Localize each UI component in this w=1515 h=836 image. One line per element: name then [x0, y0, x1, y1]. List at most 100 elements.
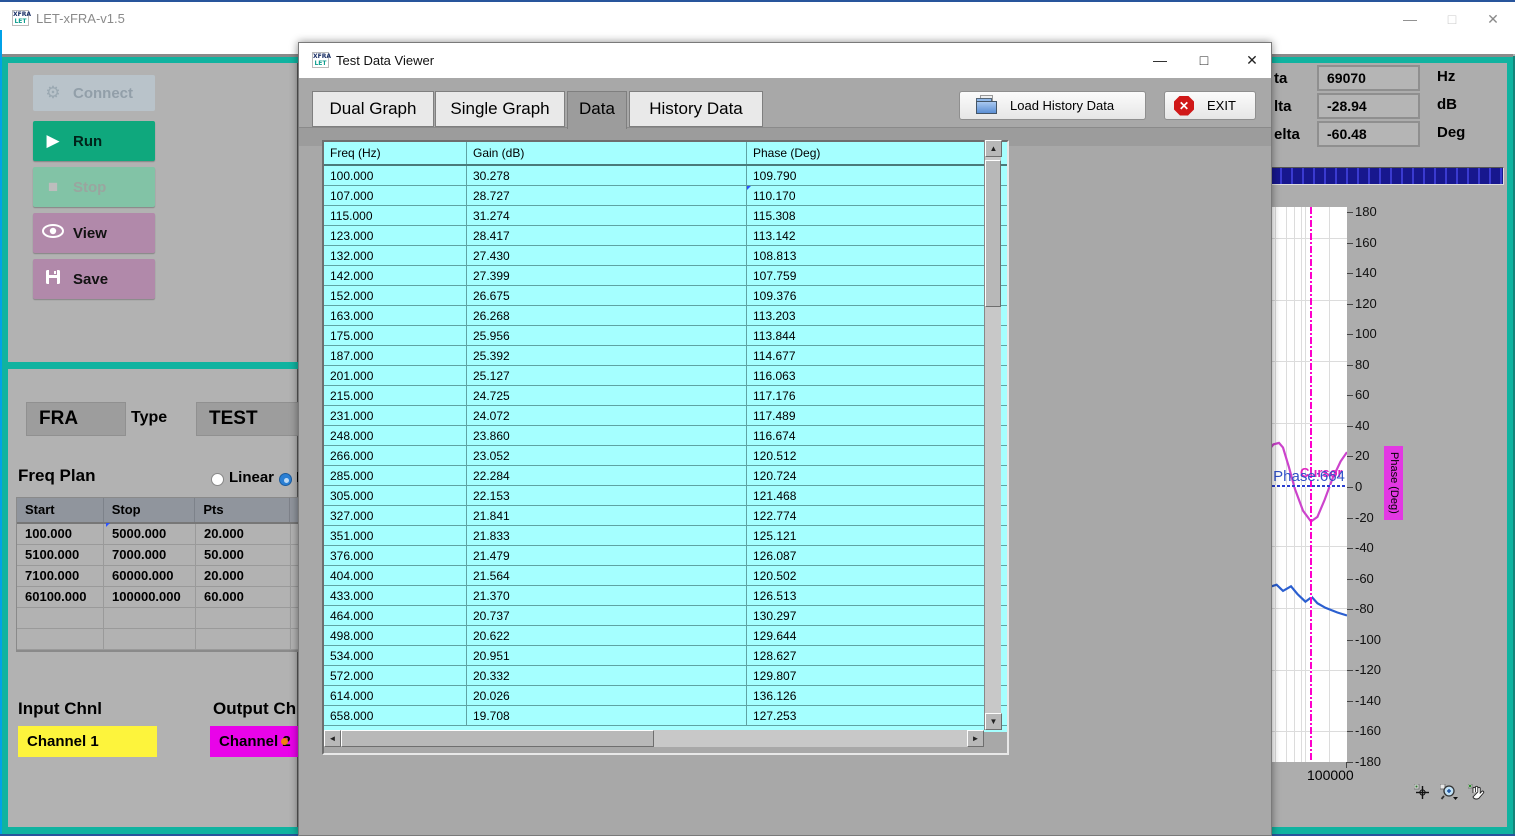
table-row[interactable]: 231.00024.072117.489 — [324, 406, 1007, 426]
freq-plan-cell[interactable]: 60100.000 — [17, 587, 104, 607]
table-row[interactable]: 132.00027.430108.813 — [324, 246, 1007, 266]
table-cell[interactable]: 175.000 — [324, 326, 467, 345]
table-cell[interactable]: 142.000 — [324, 266, 467, 285]
table-row[interactable]: 351.00021.833125.121 — [324, 526, 1007, 546]
table-cell[interactable]: 31.274 — [467, 206, 747, 225]
table-cell[interactable]: 433.000 — [324, 586, 467, 605]
table-cell[interactable]: 129.644 — [747, 626, 986, 645]
table-cell[interactable]: 130.297 — [747, 606, 986, 625]
table-row[interactable]: 266.00023.052120.512 — [324, 446, 1007, 466]
table-row[interactable]: 614.00020.026136.126 — [324, 686, 1007, 706]
gain-readout[interactable]: -28.94 — [1317, 93, 1420, 119]
tab-single-graph[interactable]: Single Graph — [435, 91, 565, 127]
table-cell[interactable]: 231.000 — [324, 406, 467, 425]
freq-plan-cell[interactable]: 20.000 — [196, 524, 291, 544]
table-cell[interactable]: 30.278 — [467, 166, 747, 185]
table-row[interactable]: 658.00019.708127.253 — [324, 706, 1007, 726]
freq-plan-cell[interactable]: 100000.000 — [104, 587, 196, 607]
freq-plan-row[interactable]: 100.0005000.00020.000 — [17, 524, 299, 545]
scroll-up-button[interactable]: ▲ — [985, 140, 1002, 157]
table-cell[interactable]: 351.000 — [324, 526, 467, 545]
table-cell[interactable]: 163.000 — [324, 306, 467, 325]
table-cell[interactable]: 376.000 — [324, 546, 467, 565]
table-cell[interactable]: 20.026 — [467, 686, 747, 705]
table-cell[interactable]: 109.790 — [747, 166, 986, 185]
table-cell[interactable]: 21.564 — [467, 566, 747, 585]
table-cell[interactable]: 404.000 — [324, 566, 467, 585]
table-cell[interactable]: 120.502 — [747, 566, 986, 585]
freq-plan-cell[interactable]: 50.000 — [196, 545, 291, 565]
vertical-scroll-thumb[interactable] — [985, 160, 1001, 307]
freq-plan-cell[interactable] — [196, 629, 291, 649]
fra-type-box[interactable]: FRA — [26, 402, 126, 436]
table-row[interactable]: 152.00026.675109.376 — [324, 286, 1007, 306]
freq-plan-cell[interactable]: 100.000 — [17, 524, 104, 544]
table-cell[interactable]: 25.956 — [467, 326, 747, 345]
table-cell[interactable]: 248.000 — [324, 426, 467, 445]
table-row[interactable]: 142.00027.399107.759 — [324, 266, 1007, 286]
test-mode-box[interactable]: TEST — [196, 402, 300, 436]
dialog-title-bar[interactable]: XFRALET Test Data Viewer — □ ✕ — [299, 43, 1271, 78]
freq-plan-cell[interactable]: 5000.000 — [104, 524, 196, 544]
table-cell[interactable]: 116.063 — [747, 366, 986, 385]
table-row[interactable]: 163.00026.268113.203 — [324, 306, 1007, 326]
scroll-left-button[interactable]: ◄ — [324, 730, 341, 747]
linear-radio-label[interactable]: Linear — [229, 469, 274, 486]
phase-readout[interactable]: -60.48 — [1317, 121, 1420, 147]
dialog-close-button[interactable]: ✕ — [1237, 49, 1267, 71]
table-cell[interactable]: 128.627 — [747, 646, 986, 665]
table-cell[interactable]: 28.417 — [467, 226, 747, 245]
table-row[interactable]: 215.00024.725117.176 — [324, 386, 1007, 406]
table-cell[interactable]: 120.724 — [747, 466, 986, 485]
table-cell[interactable]: 113.844 — [747, 326, 986, 345]
dialog-minimize-button[interactable]: — — [1145, 49, 1175, 71]
table-cell[interactable]: 126.513 — [747, 586, 986, 605]
table-cell[interactable]: 21.479 — [467, 546, 747, 565]
table-cell[interactable]: 22.153 — [467, 486, 747, 505]
freq-plan-cell[interactable]: 60.000 — [196, 587, 291, 607]
freq-readout[interactable]: 69070 — [1317, 65, 1420, 91]
table-cell[interactable]: 614.000 — [324, 686, 467, 705]
close-button[interactable]: ✕ — [1478, 8, 1508, 30]
crosshair-tool-icon[interactable] — [1414, 784, 1431, 801]
bode-plot[interactable]: Cursor ,Phase:664 — [1267, 207, 1347, 762]
table-cell[interactable]: 115.000 — [324, 206, 467, 225]
table-cell[interactable]: 136.126 — [747, 686, 986, 705]
table-cell[interactable]: 127.253 — [747, 706, 986, 725]
table-cell[interactable]: 125.121 — [747, 526, 986, 545]
table-cell[interactable]: 24.072 — [467, 406, 747, 425]
freq-plan-cell[interactable]: 20.000 — [196, 566, 291, 586]
table-cell[interactable]: 27.399 — [467, 266, 747, 285]
table-cell[interactable]: 100.000 — [324, 166, 467, 185]
input-channel-select[interactable]: Channel 1 — [18, 726, 157, 757]
table-row[interactable]: 498.00020.622129.644 — [324, 626, 1007, 646]
maximize-button[interactable]: □ — [1437, 8, 1467, 30]
table-cell[interactable]: 25.392 — [467, 346, 747, 365]
horizontal-scroll-thumb[interactable] — [341, 730, 654, 747]
table-row[interactable]: 327.00021.841122.774 — [324, 506, 1007, 526]
table-cell[interactable]: 20.332 — [467, 666, 747, 685]
table-cell[interactable]: 498.000 — [324, 626, 467, 645]
minimize-button[interactable]: — — [1395, 8, 1425, 30]
table-cell[interactable]: 187.000 — [324, 346, 467, 365]
table-cell[interactable]: 201.000 — [324, 366, 467, 385]
data-table-header-cell[interactable]: Freq (Hz) — [324, 142, 467, 164]
table-cell[interactable]: 28.727 — [467, 186, 747, 205]
data-table-header-cell[interactable]: Gain (dB) — [467, 142, 747, 164]
freq-plan-cell[interactable]: 7000.000 — [104, 545, 196, 565]
table-cell[interactable]: 109.376 — [747, 286, 986, 305]
linear-radio[interactable] — [211, 473, 224, 486]
stop-button[interactable]: ■ Stop — [33, 167, 155, 207]
table-row[interactable]: 404.00021.564120.502 — [324, 566, 1007, 586]
table-row[interactable]: 201.00025.127116.063 — [324, 366, 1007, 386]
data-table-header-cell[interactable]: Phase (Deg) — [747, 142, 986, 164]
table-row[interactable]: 115.00031.274115.308 — [324, 206, 1007, 226]
table-row[interactable]: 107.00028.727110.170 — [324, 186, 1007, 206]
save-button[interactable]: Save — [33, 259, 155, 299]
table-row[interactable]: 175.00025.956113.844 — [324, 326, 1007, 346]
run-button[interactable]: ▶ Run — [33, 121, 155, 161]
table-cell[interactable]: 107.759 — [747, 266, 986, 285]
table-cell[interactable]: 26.675 — [467, 286, 747, 305]
table-row[interactable]: 305.00022.153121.468 — [324, 486, 1007, 506]
view-button[interactable]: View — [33, 213, 155, 253]
